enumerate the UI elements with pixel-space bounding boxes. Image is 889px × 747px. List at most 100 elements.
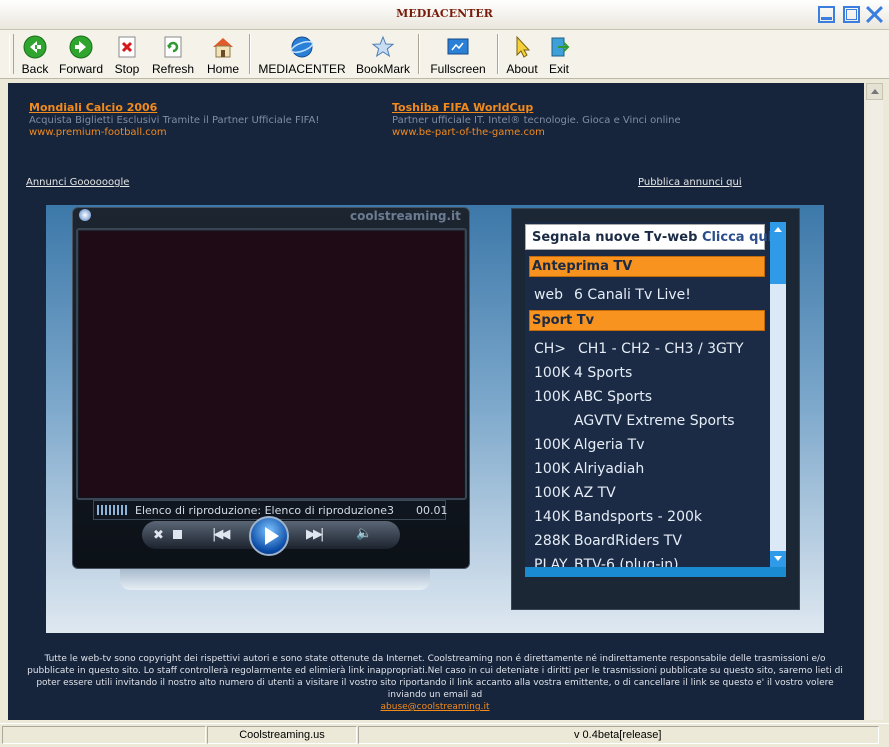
- channel-name: BTV-6 (plug-in): [574, 557, 679, 567]
- channel-row[interactable]: AGVTV Extreme Sports: [534, 413, 735, 429]
- scroll-down-icon[interactable]: [770, 551, 786, 567]
- channel-name: AGVTV Extreme Sports: [574, 413, 735, 429]
- status-version: v 0.4beta[release]: [574, 729, 662, 741]
- channel-row[interactable]: CH> CH1 - CH2 - CH3 / 3GTY: [534, 341, 744, 357]
- refresh-page-icon: [164, 36, 182, 58]
- stop-page-icon: [118, 36, 136, 58]
- player-stand: [120, 566, 430, 590]
- status-site: Coolstreaming.us: [207, 726, 357, 744]
- status-version-pane: v 0.4beta[release]: [358, 726, 879, 744]
- about-button[interactable]: About: [504, 32, 540, 76]
- ad-description: Partner ufficiale IT. Intel® tecnologie.…: [392, 115, 681, 126]
- google-ads-link[interactable]: Annunci Goooooogle: [26, 177, 129, 188]
- maximize-icon[interactable]: [843, 6, 860, 23]
- play-button[interactable]: [249, 516, 289, 556]
- bookmark-label: BookMark: [355, 62, 411, 76]
- bookmark-star-icon: [371, 35, 395, 58]
- refresh-button[interactable]: Refresh: [149, 32, 197, 76]
- toolbar-grip: [9, 34, 14, 74]
- report-tv-header[interactable]: Segnala nuove Tv-web Clicca qui: [525, 224, 772, 250]
- channel-name: ABC Sports: [574, 389, 653, 405]
- channel-quality: 100K: [534, 461, 570, 477]
- fullscreen-button[interactable]: Fullscreen: [427, 32, 489, 76]
- ad-url-link[interactable]: www.premium-football.com: [29, 127, 167, 138]
- channel-name: AZ TV: [574, 485, 616, 501]
- about-label: About: [506, 62, 538, 76]
- next-track-icon[interactable]: ▶▶|: [306, 527, 324, 542]
- channel-row[interactable]: 100K Alriyadiah: [534, 461, 644, 477]
- toolbar: Back Forward Stop Refresh Home MEDIACENT…: [0, 30, 889, 79]
- back-label: Back: [21, 62, 49, 76]
- stop-icon[interactable]: [173, 530, 182, 539]
- player-menu-icon[interactable]: [79, 209, 91, 221]
- channel-list-scrollbar[interactable]: [770, 222, 786, 567]
- toolbar-separator: [249, 34, 251, 74]
- previous-track-icon[interactable]: |◀◀: [212, 527, 230, 542]
- channel-row[interactable]: 100K 4 Sports: [534, 365, 632, 381]
- toolbar-separator: [497, 34, 499, 74]
- channel-quality: web: [534, 287, 563, 303]
- channel-name: BoardRiders TV: [574, 533, 682, 549]
- exit-label: Exit: [548, 62, 569, 76]
- page-scrollbar[interactable]: [866, 83, 883, 720]
- channel-quality: 288K: [534, 533, 570, 549]
- channel-row[interactable]: 100K Algeria Tv: [534, 437, 644, 453]
- channel-name: Alriyadiah: [574, 461, 645, 477]
- channel-quality: 100K: [534, 485, 570, 501]
- channel-row[interactable]: 100K ABC Sports: [534, 389, 652, 405]
- refresh-label: Refresh: [151, 62, 195, 76]
- report-tv-text: Segnala nuove Tv-web: [532, 230, 698, 245]
- category-anteprima-tv[interactable]: Anteprima TV: [529, 256, 765, 277]
- title-bar: MEDIACENTER: [0, 0, 889, 30]
- home-button[interactable]: Home: [203, 32, 243, 76]
- fullscreen-label: Fullscreen: [430, 62, 486, 76]
- toolbar-separator: [418, 34, 420, 74]
- ad-title-link[interactable]: Mondiali Calcio 2006: [29, 101, 157, 114]
- scrollbar-thumb[interactable]: [770, 238, 786, 284]
- back-button[interactable]: Back: [17, 32, 53, 76]
- channel-row[interactable]: 140K Bandsports - 200k: [534, 509, 702, 525]
- home-label: Home: [206, 62, 239, 76]
- scroll-up-icon[interactable]: [866, 83, 883, 100]
- fullscreen-monitor-icon: [447, 38, 469, 55]
- playlist-name: Elenco di riproduzione: Elenco di riprod…: [135, 504, 394, 517]
- status-bar: Coolstreaming.us v 0.4beta[release]: [0, 723, 889, 747]
- channel-quality: 100K: [534, 365, 570, 381]
- mediacenter-button[interactable]: MEDIACENTER: [257, 32, 347, 76]
- publish-ads-link[interactable]: Pubblica annunci qui: [638, 177, 742, 188]
- minimize-icon[interactable]: [818, 6, 835, 23]
- bookmark-button[interactable]: BookMark: [354, 32, 412, 76]
- exit-button[interactable]: Exit: [545, 32, 573, 76]
- ad-title-link[interactable]: Toshiba FIFA WorldCup: [392, 101, 533, 114]
- channel-row[interactable]: 100K AZ TV: [534, 485, 616, 501]
- channel-row[interactable]: 288K BoardRiders TV: [534, 533, 682, 549]
- channel-quality: PLAY: [534, 557, 568, 567]
- abuse-email-link[interactable]: abuse@coolstreaming.it: [381, 702, 490, 712]
- channel-row[interactable]: PLAY BTV-6 (plug-in): [534, 557, 679, 567]
- scroll-up-icon[interactable]: [770, 222, 786, 238]
- stop-label: Stop: [114, 62, 140, 76]
- volume-icon[interactable]: 🔈: [356, 526, 372, 541]
- home-icon: [213, 38, 233, 58]
- cursor-pointer-icon: [516, 35, 531, 58]
- stop-button[interactable]: Stop: [111, 32, 143, 76]
- category-sport-tv[interactable]: Sport Tv: [529, 310, 765, 331]
- forward-button[interactable]: Forward: [57, 32, 105, 76]
- mediacenter-globe-icon: [290, 36, 314, 58]
- channel-row[interactable]: web 6 Canali Tv Live!: [534, 287, 691, 303]
- channel-quality: 140K: [534, 509, 570, 525]
- playback-time: 00.01: [416, 504, 448, 517]
- exit-door-icon: [551, 37, 570, 57]
- video-screen[interactable]: [79, 231, 464, 497]
- channel-name: 4 Sports: [574, 365, 633, 381]
- channel-name: Bandsports - 200k: [574, 509, 703, 525]
- fullscreen-toggle-icon[interactable]: ✖: [153, 528, 164, 543]
- channel-list-horizontal-bar[interactable]: [525, 567, 786, 577]
- disclaimer-text: Tutte le web-tv sono copyright dei rispe…: [27, 654, 843, 700]
- channel-row-clip: PLAY BTV-6 (plug-in): [525, 553, 770, 567]
- channel-name: Algeria Tv: [574, 437, 645, 453]
- close-icon[interactable]: [866, 6, 883, 23]
- click-here-link[interactable]: Clicca qui: [702, 230, 772, 245]
- channel-quality: CH>: [534, 341, 567, 357]
- ad-url-link[interactable]: www.be-part-of-the-game.com: [392, 127, 545, 138]
